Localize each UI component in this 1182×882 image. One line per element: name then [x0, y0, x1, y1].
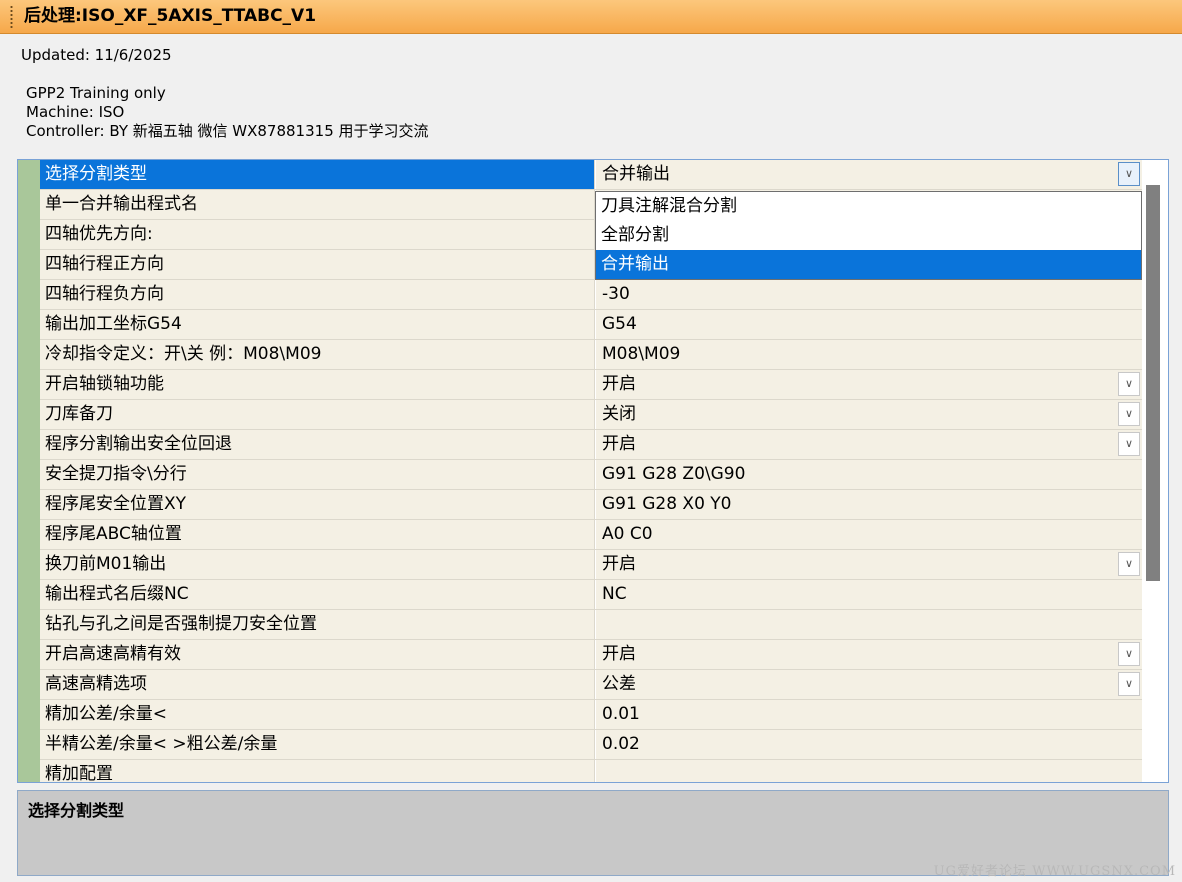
property-name: 刀库备刀	[40, 400, 595, 429]
property-row[interactable]: 输出程式名后缀NC NC	[40, 580, 1142, 610]
chevron-down-icon[interactable]: ∨	[1118, 432, 1140, 456]
property-name: 开启轴锁轴功能	[40, 370, 595, 399]
property-name: 精加公差/余量<	[40, 700, 595, 729]
property-value[interactable]: 开启	[596, 430, 1142, 459]
property-row[interactable]: 选择分割类型 合并输出 ∨	[40, 160, 1142, 190]
property-row[interactable]: 换刀前M01输出 开启 ∨	[40, 550, 1142, 580]
property-name: 高速高精选项	[40, 670, 595, 699]
property-name: 程序分割输出安全位回退	[40, 430, 595, 459]
property-value[interactable]: 0.02	[596, 730, 1142, 759]
property-name: 四轴优先方向:	[40, 220, 595, 249]
property-value[interactable]: 合并输出	[596, 160, 1142, 189]
property-row[interactable]: 精加公差/余量< 0.01	[40, 700, 1142, 730]
property-value[interactable]: A0 C0	[596, 520, 1142, 549]
property-row[interactable]: 输出加工坐标G54 G54	[40, 310, 1142, 340]
window-title: 后处理:ISO_XF_5AXIS_TTABC_V1	[24, 6, 317, 26]
description-text: 选择分割类型	[28, 801, 125, 820]
grid-scrollbar[interactable]	[1146, 185, 1160, 581]
property-row[interactable]: 精加配置	[40, 760, 1142, 782]
property-name: 程序尾ABC轴位置	[40, 520, 595, 549]
property-row[interactable]: 刀库备刀 关闭 ∨	[40, 400, 1142, 430]
property-name: 安全提刀指令\分行	[40, 460, 595, 489]
property-row[interactable]: 钻孔与孔之间是否强制提刀安全位置	[40, 610, 1142, 640]
property-value[interactable]: 开启	[596, 370, 1142, 399]
drag-grip-icon[interactable]	[10, 5, 13, 29]
property-name: 输出加工坐标G54	[40, 310, 595, 339]
chevron-down-icon[interactable]: ∨	[1118, 372, 1140, 396]
window-titlebar: 后处理:ISO_XF_5AXIS_TTABC_V1	[0, 0, 1182, 34]
property-name: 半精公差/余量< >粗公差/余量	[40, 730, 595, 759]
property-value[interactable]: 关闭	[596, 400, 1142, 429]
property-row[interactable]: 程序尾ABC轴位置 A0 C0	[40, 520, 1142, 550]
property-name: 冷却指令定义：开\关 例：M08\M09	[40, 340, 595, 369]
property-name: 开启高速高精有效	[40, 640, 595, 669]
property-value[interactable]: M08\M09	[596, 340, 1142, 369]
watermark: UG爱好者论坛 WWW.UGSNX.COM	[933, 864, 1176, 879]
dropdown-option[interactable]: 全部分割	[596, 221, 1141, 250]
property-name: 精加配置	[40, 760, 595, 782]
property-value[interactable]: G54	[596, 310, 1142, 339]
chevron-down-icon[interactable]: ∨	[1118, 642, 1140, 666]
info-machine: Machine: ISO	[26, 103, 125, 121]
property-name: 输出程式名后缀NC	[40, 580, 595, 609]
grid-gutter	[18, 160, 40, 782]
property-name: 选择分割类型	[40, 160, 595, 189]
chevron-down-icon[interactable]: ∨	[1118, 402, 1140, 426]
property-value[interactable]: G91 G28 X0 Y0	[596, 490, 1142, 519]
property-row[interactable]: 半精公差/余量< >粗公差/余量 0.02	[40, 730, 1142, 760]
property-name: 钻孔与孔之间是否强制提刀安全位置	[40, 610, 595, 639]
property-row[interactable]: 高速高精选项 公差 ∨	[40, 670, 1142, 700]
property-row[interactable]: 程序分割输出安全位回退 开启 ∨	[40, 430, 1142, 460]
property-value[interactable]: NC	[596, 580, 1142, 609]
property-name: 四轴行程负方向	[40, 280, 595, 309]
property-value[interactable]: 开启	[596, 550, 1142, 579]
updated-label: Updated: 11/6/2025	[21, 46, 172, 64]
property-row[interactable]: 冷却指令定义：开\关 例：M08\M09 M08\M09	[40, 340, 1142, 370]
property-value[interactable]	[596, 610, 1142, 639]
property-value[interactable]: G91 G28 Z0\G90	[596, 460, 1142, 489]
property-name: 程序尾安全位置XY	[40, 490, 595, 519]
property-value[interactable]	[596, 760, 1142, 782]
property-value[interactable]: -30	[596, 280, 1142, 309]
property-row[interactable]: 开启高速高精有效 开启 ∨	[40, 640, 1142, 670]
property-value[interactable]: 0.01	[596, 700, 1142, 729]
info-training: GPP2 Training only	[26, 84, 166, 102]
chevron-down-icon[interactable]: ∨	[1118, 552, 1140, 576]
property-row[interactable]: 程序尾安全位置XY G91 G28 X0 Y0	[40, 490, 1142, 520]
property-name: 单一合并输出程式名	[40, 190, 595, 219]
property-name: 换刀前M01输出	[40, 550, 595, 579]
property-value[interactable]: 开启	[596, 640, 1142, 669]
chevron-down-icon[interactable]: ∨	[1118, 162, 1140, 186]
property-row[interactable]: 安全提刀指令\分行 G91 G28 Z0\G90	[40, 460, 1142, 490]
property-value[interactable]: 公差	[596, 670, 1142, 699]
property-name: 四轴行程正方向	[40, 250, 595, 279]
chevron-down-icon[interactable]: ∨	[1118, 672, 1140, 696]
property-row[interactable]: 四轴行程负方向 -30	[40, 280, 1142, 310]
split-type-dropdown-list[interactable]: 刀具注解混合分割 全部分割 合并输出	[595, 191, 1142, 280]
info-controller: Controller: BY 新福五轴 微信 WX87881315 用于学习交流	[26, 122, 429, 140]
dropdown-option[interactable]: 刀具注解混合分割	[596, 192, 1141, 221]
property-row[interactable]: 开启轴锁轴功能 开启 ∨	[40, 370, 1142, 400]
dropdown-option[interactable]: 合并输出	[596, 250, 1141, 279]
